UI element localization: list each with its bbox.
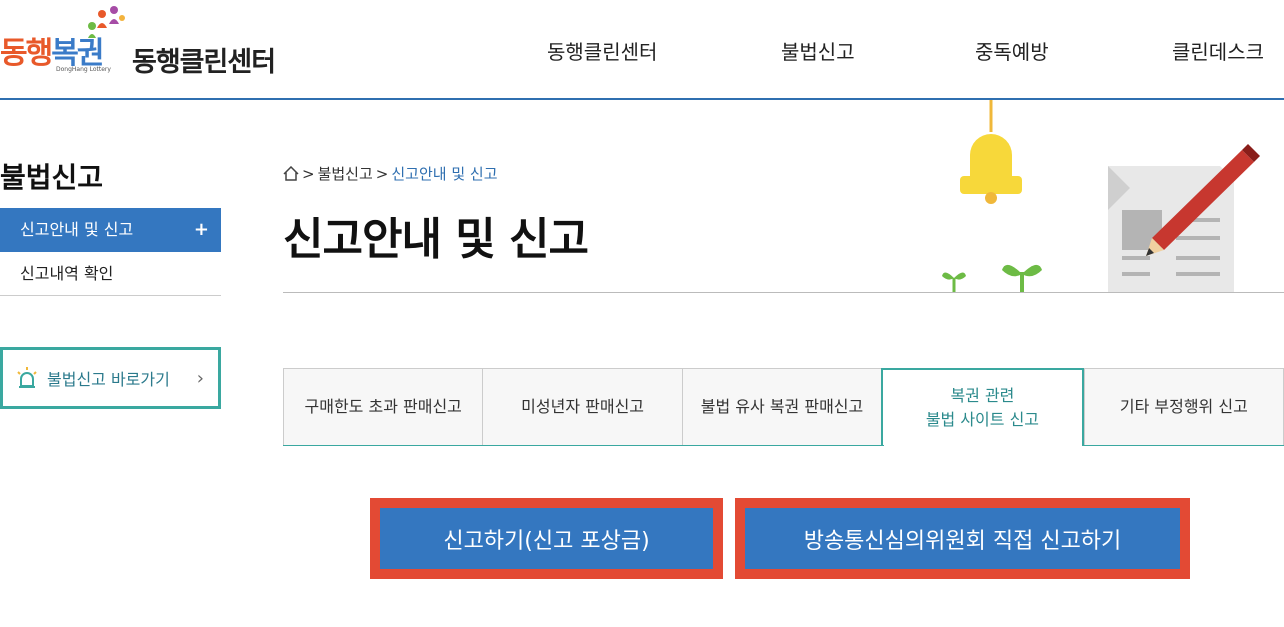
tab-label: 불법 유사 복권 판매신고 [700, 397, 864, 416]
page: 동행복권 DongHang Lottery 동행클린센터 동행클린센터 불법신고… [0, 0, 1284, 627]
report-type-tabs: 구매한도 초과 판매신고 미성년자 판매신고 불법 유사 복권 판매신고 복권 … [283, 368, 1284, 446]
nav-item-clean-center[interactable]: 동행클린센터 [547, 36, 657, 65]
sprout-icon [942, 264, 1042, 292]
nav-item-illegal-report[interactable]: 불법신고 [781, 36, 855, 65]
site-title[interactable]: 동행클린센터 [132, 40, 276, 79]
tab-minor-sales[interactable]: 미성년자 판매신고 [482, 368, 682, 446]
page-title: 신고안내 및 신고 [283, 214, 589, 265]
home-icon[interactable] [283, 166, 299, 181]
tab-label: 구매한도 초과 판매신고 [304, 397, 462, 416]
breadcrumb-item-illegal-report[interactable]: 불법신고 [318, 163, 373, 184]
logo-subtext: DongHang Lottery [56, 66, 111, 73]
tab-label: 기타 부정행위 신고 [1119, 397, 1248, 416]
breadcrumb: > 불법신고 > 신고안내 및 신고 [283, 163, 498, 184]
quick-report-label: 불법신고 바로가기 [47, 370, 170, 389]
donghang-lottery-logo[interactable]: 동행복권 DongHang Lottery [0, 6, 126, 78]
tab-label-line1: 복권 관련 [950, 386, 1015, 405]
sidebar-title: 불법신고 [0, 161, 104, 194]
bell-icon [960, 100, 1022, 204]
kcsc-report-button[interactable]: 방송통신심의위원회 직접 신고하기 [735, 498, 1190, 579]
sidebar-item-report-history[interactable]: 신고내역 확인 [0, 252, 221, 296]
report-illustration [942, 100, 1260, 292]
chevron-right-icon: › [196, 368, 204, 389]
nav-item-clean-desk[interactable]: 클린데스크 [1172, 36, 1264, 65]
tabs-underline [283, 445, 1284, 446]
tab-purchase-limit[interactable]: 구매한도 초과 판매신고 [283, 368, 483, 446]
header: 동행복권 DongHang Lottery 동행클린센터 동행클린센터 불법신고… [0, 0, 1284, 100]
report-reward-button[interactable]: 신고하기(신고 포상금) [370, 498, 723, 579]
breadcrumb-separator: > [302, 164, 315, 183]
breadcrumb-separator: > [375, 164, 389, 183]
tab-illegal-site[interactable]: 복권 관련 불법 사이트 신고 [881, 368, 1084, 446]
kcsc-report-label: 방송통신심의위원회 직접 신고하기 [803, 528, 1122, 554]
sidebar-item-report-guide[interactable]: 신고안내 및 신고 + [0, 208, 221, 252]
title-divider [283, 292, 1284, 293]
tab-other-misconduct[interactable]: 기타 부정행위 신고 [1083, 368, 1284, 446]
sidebar-menu: 신고안내 및 신고 + 신고내역 확인 [0, 208, 221, 296]
quick-report-link[interactable]: 불법신고 바로가기 › [0, 347, 221, 409]
sidebar-item-label: 신고안내 및 신고 [20, 220, 134, 239]
breadcrumb-current: 신고안내 및 신고 [391, 165, 498, 183]
document-pencil-icon [1108, 144, 1260, 292]
global-nav: 동행클린센터 불법신고 중독예방 클린데스크 [500, 36, 1284, 66]
active-tab-gap [884, 444, 1082, 447]
tab-label-line2: 불법 사이트 신고 [925, 410, 1040, 429]
tab-illegal-similar-lottery[interactable]: 불법 유사 복권 판매신고 [681, 368, 882, 446]
siren-icon [17, 367, 37, 388]
nav-item-addiction-prevention[interactable]: 중독예방 [975, 36, 1049, 65]
tab-label: 미성년자 판매신고 [521, 397, 645, 416]
plus-icon: + [193, 219, 209, 240]
sidebar-item-label: 신고내역 확인 [20, 264, 114, 283]
report-reward-label: 신고하기(신고 포상금) [443, 528, 650, 554]
